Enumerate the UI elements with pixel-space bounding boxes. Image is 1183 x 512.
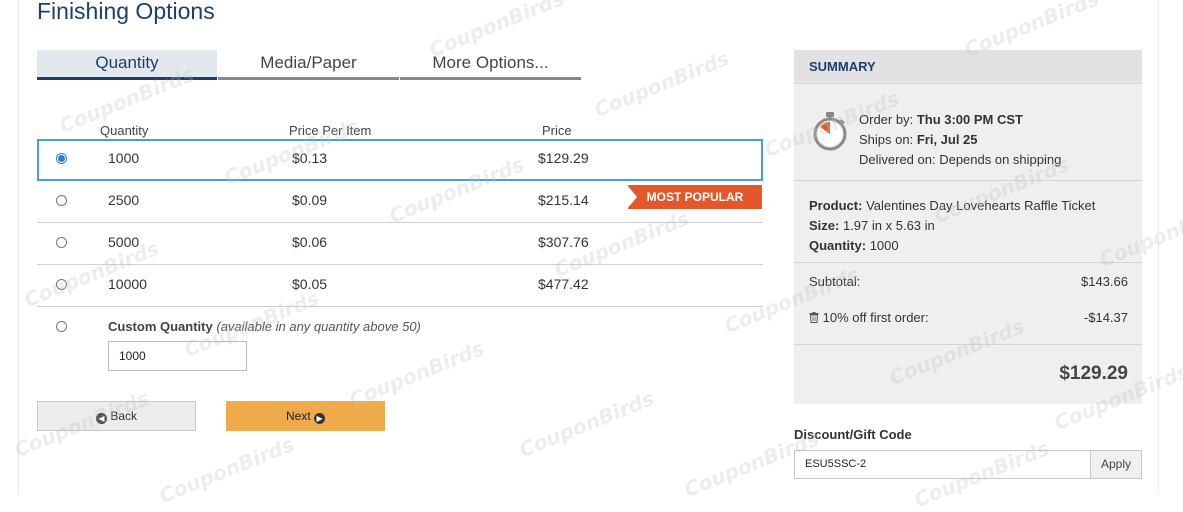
column-header-price-per-item: Price Per Item — [289, 123, 372, 138]
summary-divider — [794, 262, 1142, 263]
next-button[interactable]: Next ▶ — [226, 401, 385, 431]
next-button-label: Next — [285, 409, 311, 423]
custom-quantity-label: Custom Quantity — [108, 319, 213, 334]
page-title: Finishing Options — [37, 0, 215, 24]
stopwatch-icon — [813, 112, 847, 151]
order-by-value: Thu 3:00 PM CST — [916, 112, 1023, 127]
quantity-value: 2500 — [108, 192, 140, 208]
first-order-discount: 10% off first order: — [809, 310, 929, 325]
discount-code-input[interactable]: ESU5SSC-2 — [794, 450, 1091, 479]
back-button[interactable]: ◀ Back — [37, 401, 196, 431]
custom-quantity-note: (available in any quantity above 50) — [216, 319, 421, 334]
size-line: Size: 1.97 in x 5.63 in — [809, 218, 935, 233]
order-total: $129.29 — [1059, 363, 1128, 384]
watermark: CouponBirds — [590, 46, 733, 122]
quantity-option-row[interactable]: 1000 $0.13 $129.29 — [37, 139, 763, 181]
price-value: $215.14 — [538, 192, 589, 208]
subtotal-value: $143.66 — [1081, 274, 1128, 289]
price-value: $307.76 — [538, 234, 589, 250]
summary-divider — [794, 344, 1142, 345]
page-frame-left — [18, 0, 19, 494]
quantity-radio[interactable] — [56, 195, 67, 206]
custom-quantity-input[interactable]: 1000 — [108, 341, 247, 371]
size-label: Size: — [809, 218, 840, 233]
ships-on-label: Ships on: — [859, 132, 914, 147]
tab-media-paper[interactable]: Media/Paper — [218, 50, 399, 80]
ships-on: Ships on: Fri, Jul 25 — [859, 132, 978, 147]
delivered-on: Delivered on: Depends on shipping — [859, 152, 1062, 167]
quantity-radio[interactable] — [56, 153, 67, 164]
price-per-item-value: $0.06 — [292, 234, 328, 250]
arrow-right-circle-icon: ▶ — [314, 413, 326, 424]
order-by-label: Order by: — [859, 112, 914, 127]
back-button-label: Back — [110, 409, 138, 423]
quantity-line: Quantity: 1000 — [809, 238, 899, 253]
price-per-item-value: $0.05 — [292, 276, 328, 292]
watermark: CouponBirds — [515, 386, 658, 462]
tab-more-options[interactable]: More Options... — [400, 50, 581, 80]
product-value: Valentines Day Lovehearts Raffle Ticket — [866, 198, 1096, 213]
most-popular-badge: MOST POPULAR — [627, 185, 762, 209]
subtotal-label: Subtotal: — [809, 274, 861, 289]
first-order-discount-label: 10% off first order: — [822, 310, 929, 325]
ships-on-value: Fri, Jul 25 — [916, 132, 978, 147]
discount-code-label: Discount/Gift Code — [794, 427, 912, 442]
custom-quantity-label-group: Custom Quantity (available in any quanti… — [108, 319, 421, 334]
order-by: Order by: Thu 3:00 PM CST — [859, 112, 1023, 127]
quantity-value: 10000 — [108, 276, 147, 292]
watermark: CouponBirds — [155, 432, 298, 508]
quantity-option-row[interactable]: 10000 $0.05 $477.42 — [37, 265, 763, 307]
summary-divider — [794, 180, 1142, 181]
product-line: Product: Valentines Day Lovehearts Raffl… — [809, 198, 1095, 213]
product-label: Product: — [809, 198, 863, 213]
quantity-option-row[interactable]: 5000 $0.06 $307.76 — [37, 223, 763, 265]
custom-quantity-radio[interactable] — [56, 321, 67, 332]
price-per-item-value: $0.13 — [292, 150, 328, 166]
tab-quantity[interactable]: Quantity — [37, 50, 217, 80]
column-header-price: Price — [542, 123, 572, 138]
quantity-value: 5000 — [108, 234, 140, 250]
order-summary-panel: SUMMARY Order by: Thu 3:00 PM CST Ships … — [794, 50, 1142, 404]
quantity-label: Quantity: — [809, 238, 867, 253]
arrow-left-circle-icon: ◀ — [95, 413, 107, 424]
first-order-discount-value: -$14.37 — [1083, 310, 1128, 325]
trash-icon[interactable] — [809, 312, 819, 323]
price-value: $129.29 — [538, 150, 589, 166]
price-per-item-value: $0.09 — [292, 192, 328, 208]
quantity-radio[interactable] — [56, 279, 67, 290]
quantity-value: 1000 — [108, 150, 140, 166]
quantity-summary-value: 1000 — [869, 238, 899, 253]
summary-title: SUMMARY — [794, 50, 1142, 84]
quantity-radio[interactable] — [56, 237, 67, 248]
price-value: $477.42 — [538, 276, 589, 292]
apply-button[interactable]: Apply — [1090, 450, 1142, 479]
size-value: 1.97 in x 5.63 in — [842, 218, 935, 233]
page-frame-right — [1158, 0, 1159, 494]
column-header-quantity: Quantity — [100, 123, 149, 138]
